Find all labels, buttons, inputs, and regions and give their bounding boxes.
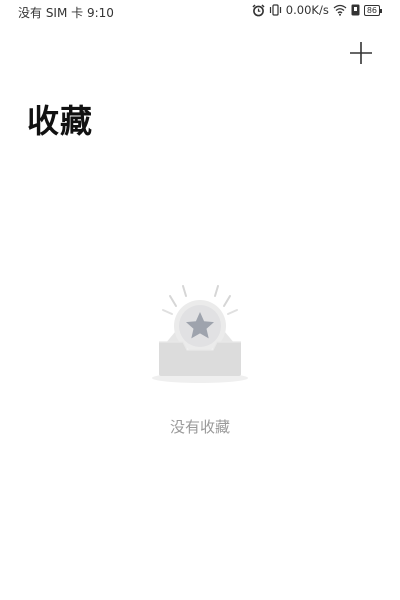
status-bar: 没有 SIM 卡 9:10 0.00K/s 86 <box>0 0 400 22</box>
alarm-icon <box>252 3 265 16</box>
star-inbox-icon <box>152 285 248 383</box>
empty-message: 没有收藏 <box>169 418 230 436</box>
status-icons: 0.00K/s 86 <box>252 3 383 17</box>
sim-status-icon <box>351 4 360 16</box>
plus-icon <box>350 42 372 64</box>
network-speed: 0.00K/s <box>285 3 329 17</box>
vibrate-icon <box>269 4 281 16</box>
page-title: 收藏 <box>27 102 94 140</box>
empty-state: 没有收藏 <box>0 282 400 437</box>
add-button[interactable] <box>348 40 374 66</box>
wifi-icon <box>333 4 347 16</box>
carrier-time-text: 没有 SIM 卡 9:10 <box>18 6 114 20</box>
battery-icon: 86 <box>363 4 383 16</box>
